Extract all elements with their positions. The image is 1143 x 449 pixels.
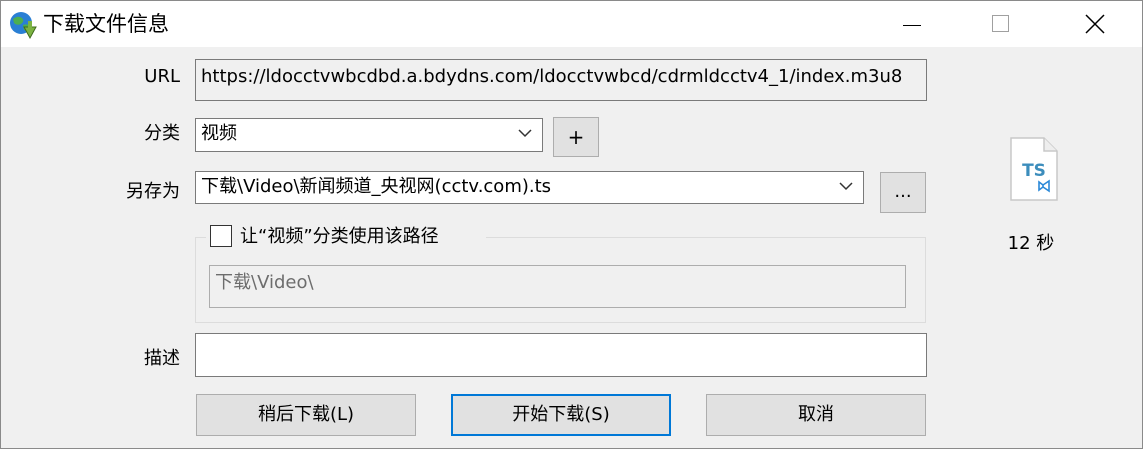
category-path-value: 下载\Video\ xyxy=(215,272,314,293)
description-input[interactable] xyxy=(195,333,927,377)
use-path-label: 让“视频”分类使用该路径 xyxy=(240,226,439,247)
category-value: 视频 xyxy=(201,123,237,144)
saveas-combobox[interactable]: 下载\Video\新闻频道_央视网(cctv.com).ts xyxy=(195,171,864,204)
ts-file-icon: TS xyxy=(1010,137,1058,201)
title-bar: 下载文件信息 xyxy=(1,1,1142,47)
cancel-button[interactable]: 取消 xyxy=(706,394,926,436)
use-path-checkbox-row[interactable]: 让“视频”分类使用该路径 xyxy=(206,223,486,251)
add-category-button[interactable]: + xyxy=(553,117,599,157)
saveas-label: 另存为 xyxy=(126,181,180,202)
minimize-button[interactable] xyxy=(889,1,935,47)
saveas-value: 下载\Video\新闻频道_央视网(cctv.com).ts xyxy=(201,176,552,197)
close-button[interactable] xyxy=(1072,1,1118,47)
start-download-button[interactable]: 开始下载(S) xyxy=(451,394,671,436)
category-path-field: 下载\Video\ xyxy=(209,265,906,308)
url-field[interactable]: https://ldocctvwbcdbd.a.bdydns.com/ldocc… xyxy=(195,59,927,101)
browse-button[interactable]: ... xyxy=(880,172,926,213)
maximize-button[interactable] xyxy=(978,1,1024,47)
duration-text: 12 秒 xyxy=(1007,233,1055,254)
chevron-down-icon xyxy=(839,182,853,191)
download-later-button[interactable]: 稍后下载(L) xyxy=(196,394,416,436)
close-icon xyxy=(1085,14,1105,34)
idm-globe-icon xyxy=(10,12,37,40)
chevron-down-icon xyxy=(518,129,532,138)
url-label: URL xyxy=(144,66,180,87)
ts-file-icon-text: TS xyxy=(1022,161,1046,181)
category-label: 分类 xyxy=(144,123,180,144)
download-file-info-dialog: 下载文件信息 URL https://ldocctvwbcdbd.a.bdydn… xyxy=(0,0,1143,449)
window-title: 下载文件信息 xyxy=(43,12,169,36)
category-select[interactable]: 视频 xyxy=(195,118,543,152)
use-path-checkbox[interactable] xyxy=(210,225,232,247)
description-label: 描述 xyxy=(144,348,180,369)
